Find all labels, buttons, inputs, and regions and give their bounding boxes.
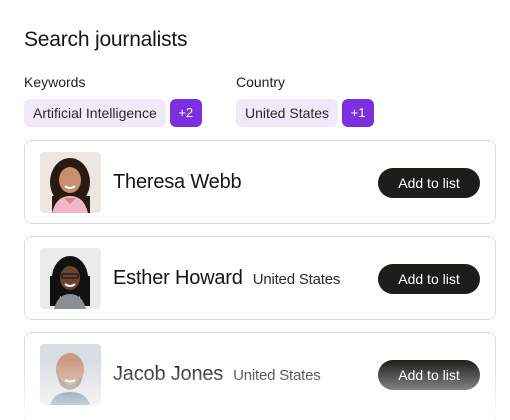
journalist-card: Theresa Webb Add to list [24, 140, 496, 224]
journalist-name: Theresa Webb [113, 171, 242, 193]
journalist-card: Jacob Jones United States Add to list [24, 332, 496, 420]
country-chip[interactable]: United States [236, 99, 339, 127]
search-journalists-panel: Search journalists Keywords Artificial I… [0, 0, 510, 420]
journalist-name: Esther Howard United States [113, 267, 341, 289]
keyword-chip[interactable]: Artificial Intelligence [24, 99, 166, 127]
journalist-country: United States [233, 367, 321, 384]
journalist-name: Jacob Jones United States [113, 363, 321, 385]
journalist-country: United States [252, 271, 341, 288]
add-to-list-button[interactable]: Add to list [378, 168, 480, 198]
country-more-badge[interactable]: +1 [342, 99, 375, 127]
avatar [40, 152, 101, 213]
page-title: Search journalists [24, 28, 188, 51]
avatar [40, 344, 101, 405]
journalist-card: Esther Howard United States Add to list [24, 236, 496, 320]
keywords-more-badge[interactable]: +2 [169, 99, 202, 127]
country-filter: Country United States +1 [236, 73, 375, 127]
keywords-label: Keywords [24, 74, 86, 90]
avatar [40, 248, 101, 309]
keywords-filter: Keywords Artificial Intelligence +2 [24, 73, 202, 127]
add-to-list-button[interactable]: Add to list [378, 360, 480, 390]
add-to-list-button[interactable]: Add to list [378, 264, 480, 294]
country-label: Country [236, 74, 286, 90]
